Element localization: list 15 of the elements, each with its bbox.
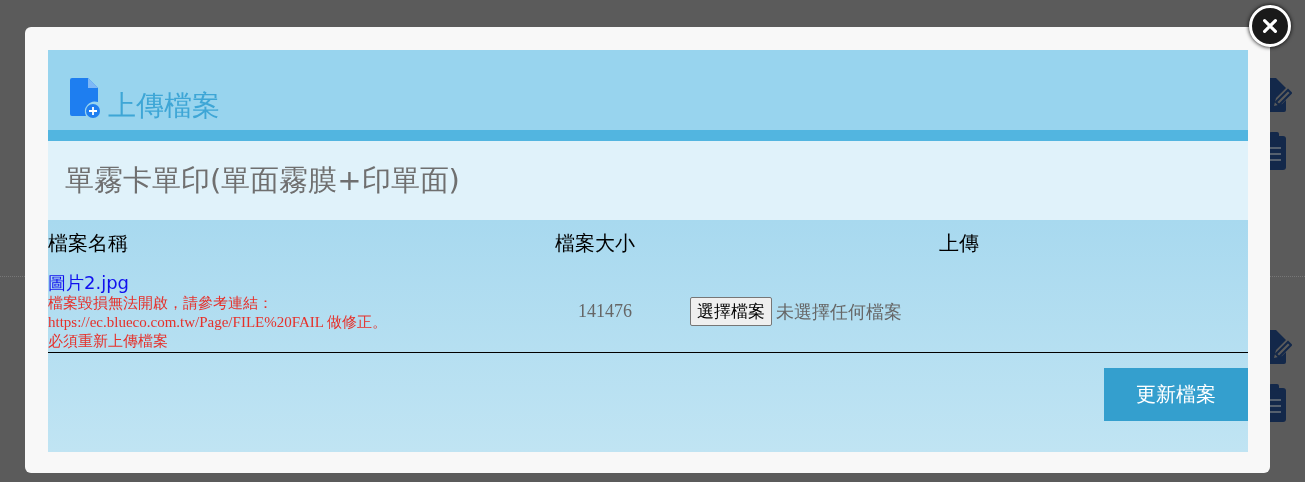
column-header: 檔案大小 [554, 230, 636, 257]
file-status: 未選擇任何檔案 [776, 299, 902, 324]
choose-file-button[interactable]: 選擇檔案 [690, 297, 772, 326]
modal-title: 上傳檔案 [108, 88, 220, 124]
error-text: 檔案毀損無法開啟，請參考連結： [48, 294, 274, 313]
column-header: 檔案名稱 [48, 230, 129, 257]
file-size: 141476 [578, 301, 632, 322]
error-text: 必須重新上傳檔案 [48, 332, 169, 351]
product-name: 單霧卡單印(單面霧膜+印單面) [65, 161, 460, 199]
close-icon [1261, 17, 1279, 35]
close-button[interactable] [1249, 5, 1291, 47]
error-text: https://ec.blueco.com.tw/Page/FILE%20FAIL 做修正。 [48, 313, 389, 332]
file-link[interactable]: 圖片2.jpg [48, 272, 130, 294]
file-add-icon [70, 78, 100, 118]
column-header: 上傳 [938, 230, 980, 257]
